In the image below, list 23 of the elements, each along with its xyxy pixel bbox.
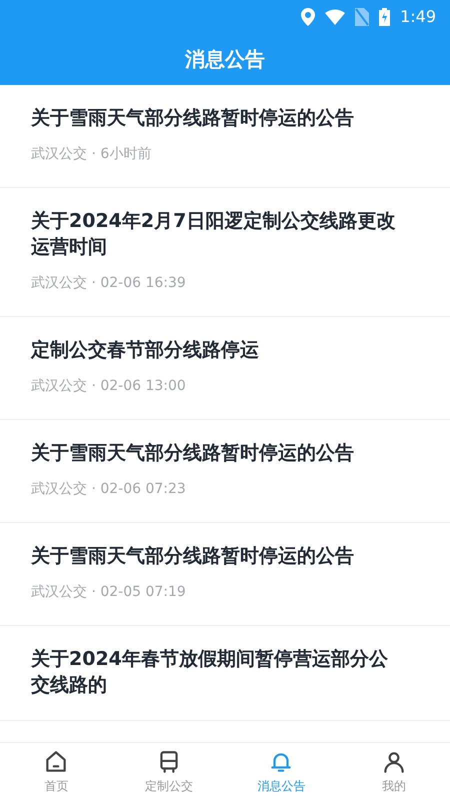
notice-item[interactable]: 关于雪雨天气部分线路暂时停运的公告 武汉公交 · 02-06 07:23	[0, 420, 450, 523]
notice-title: 关于2024年2月7日阳逻定制公交线路更改运营时间	[31, 209, 396, 260]
notice-item[interactable]: 关于雪雨天气部分线路暂时停运的公告 武汉公交 · 02-05 07:19	[0, 523, 450, 626]
notice-item[interactable]: 关于2024年春节放假期间暂停营运部分公交线路的	[0, 626, 450, 721]
notice-title: 定制公交春节部分线路停运	[31, 338, 260, 363]
status-time: 1:49	[400, 6, 436, 28]
notice-item[interactable]: 定制公交春节部分线路停运 武汉公交 · 02-06 13:00	[0, 317, 450, 420]
notice-meta: 武汉公交 · 02-06 13:00	[31, 377, 187, 396]
location-icon	[301, 8, 316, 26]
notice-meta: 武汉公交 · 6小时前	[31, 145, 152, 164]
notice-meta: 武汉公交 · 02-06 16:39	[31, 274, 187, 293]
notice-meta: 武汉公交 · 02-06 07:23	[31, 480, 187, 499]
wifi-icon	[325, 8, 346, 24]
no-sim-icon	[355, 8, 370, 26]
notice-item[interactable]: 关于雪雨天气部分线路暂时停运的公告 武汉公交 · 6小时前	[0, 85, 450, 188]
notice-title: 关于雪雨天气部分线路暂时停运的公告	[31, 441, 355, 466]
notice-title: 关于2024年春节放假期间暂停营运部分公交线路的	[31, 647, 389, 698]
notice-item[interactable]: 关于2024年2月7日阳逻定制公交线路更改运营时间 武汉公交 · 02-06 16:39	[0, 188, 450, 317]
page-title: 消息公告	[185, 46, 265, 73]
notice-title: 关于雪雨天气部分线路暂时停运的公告	[31, 544, 355, 569]
notice-meta: 武汉公交 · 02-05 07:19	[31, 583, 187, 602]
notice-title: 关于雪雨天气部分线路暂时停运的公告	[31, 106, 355, 131]
battery-charging-icon	[379, 8, 390, 26]
